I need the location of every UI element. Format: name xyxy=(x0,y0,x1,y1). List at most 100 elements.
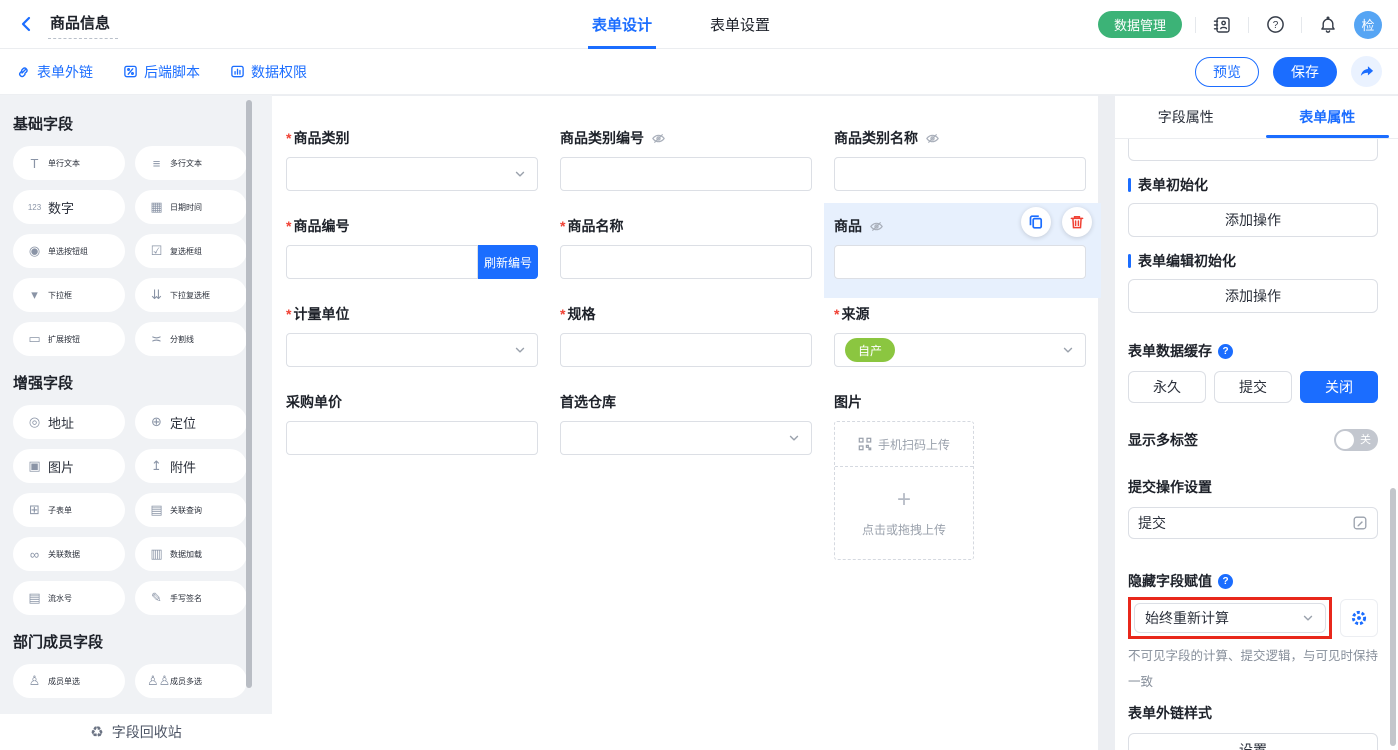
field-product-name[interactable]: 商品名称 xyxy=(560,216,812,279)
main-tabs: 表单设计 表单设置 xyxy=(588,0,774,49)
help-filled-icon[interactable]: ? xyxy=(1218,574,1233,589)
tab-form-properties[interactable]: 表单属性 xyxy=(1257,96,1398,138)
palette-field-item[interactable]: ▣ 图片 xyxy=(13,449,125,483)
cache-option-permanent[interactable]: 永久 xyxy=(1128,371,1206,403)
panel-scrollbar[interactable] xyxy=(1390,488,1396,746)
qr-code-icon xyxy=(858,437,872,451)
tab-form-settings[interactable]: 表单设置 xyxy=(706,0,774,49)
back-button[interactable] xyxy=(18,15,36,33)
palette-field-item[interactable]: ◎ 地址 xyxy=(13,405,125,439)
palette-field-item[interactable]: ✎ 手写签名 xyxy=(135,581,247,615)
palette-field-item[interactable]: ▭ 扩展按钮 xyxy=(13,322,125,356)
backend-script-button[interactable]: 后端脚本 xyxy=(123,62,200,82)
unit-select[interactable] xyxy=(286,333,538,367)
avatar[interactable]: 检 xyxy=(1354,11,1382,39)
preview-button[interactable]: 预览 xyxy=(1195,57,1259,87)
cache-setting-title: 表单数据缓存 ? xyxy=(1128,341,1378,361)
palette-field-item[interactable]: 123 数字 xyxy=(13,190,125,224)
palette-field-item[interactable]: ≡ 多行文本 xyxy=(135,146,247,180)
refresh-code-button[interactable]: 刷新编号 xyxy=(478,245,538,279)
field-recycle-bin[interactable]: ♻ 字段回收站 xyxy=(0,714,272,750)
product-code-input[interactable] xyxy=(286,245,478,279)
field-image[interactable]: 图片 手机扫码上传 + 点击或拖拽上传 xyxy=(834,392,1086,560)
tab-field-properties[interactable]: 字段属性 xyxy=(1115,96,1257,138)
hidden-assign-settings-button[interactable] xyxy=(1340,599,1378,637)
source-select[interactable]: 自产 xyxy=(834,333,1086,367)
hidden-assign-row: 始终重新计算 xyxy=(1128,597,1378,639)
sidebar-scrollbar[interactable] xyxy=(246,100,252,688)
tab-form-design[interactable]: 表单设计 xyxy=(588,0,656,49)
notifications-button[interactable] xyxy=(1315,12,1341,38)
palette-field-item[interactable]: ⇊ 下拉复选框 xyxy=(135,278,247,312)
product-input[interactable] xyxy=(834,245,1086,279)
palette-field-item[interactable]: ▾ 下拉框 xyxy=(13,278,125,312)
help-filled-icon[interactable]: ? xyxy=(1218,344,1233,359)
submit-action-input[interactable]: 提交 xyxy=(1128,507,1378,539)
data-manage-button[interactable]: 数据管理 xyxy=(1098,11,1182,38)
divider xyxy=(1248,17,1249,33)
help-button[interactable]: ? xyxy=(1262,12,1288,38)
field-label: 商品 xyxy=(834,216,862,236)
field-type-label: 数字 xyxy=(48,198,74,217)
field-type-icon: ▣ xyxy=(25,458,44,474)
external-link-button[interactable]: 表单外链 xyxy=(16,62,93,82)
field-preferred-warehouse[interactable]: 首选仓库 xyxy=(560,392,812,560)
spec-input[interactable] xyxy=(560,333,812,367)
multitab-toggle[interactable]: 关 xyxy=(1334,429,1378,451)
product-name-input[interactable] xyxy=(560,245,812,279)
cache-option-submit[interactable]: 提交 xyxy=(1214,371,1292,403)
field-source[interactable]: 来源 自产 xyxy=(834,304,1086,367)
field-product-code[interactable]: 商品编号 刷新编号 xyxy=(286,216,538,279)
palette-field-item[interactable]: ▤ 流水号 xyxy=(13,581,125,615)
field-category-name[interactable]: 商品类别名称 xyxy=(834,128,1086,191)
delete-field-button[interactable] xyxy=(1062,207,1092,237)
palette-field-item[interactable]: ⊕ 定位 xyxy=(135,405,247,439)
field-spec[interactable]: 规格 xyxy=(560,304,812,367)
copy-field-button[interactable] xyxy=(1021,207,1051,237)
field-type-icon: ⇊ xyxy=(147,287,166,303)
data-permission-button[interactable]: 数据权限 xyxy=(230,62,307,82)
field-type-label: 子表单 xyxy=(48,505,72,516)
page-title[interactable]: 商品信息 xyxy=(48,10,118,39)
palette-field-item[interactable]: ▤ 关联查询 xyxy=(135,493,247,527)
save-button[interactable]: 保存 xyxy=(1273,57,1337,87)
palette-field-item[interactable]: ♙ 成员单选 xyxy=(13,664,125,698)
field-product-selected[interactable]: 商品 xyxy=(834,216,1086,279)
warehouse-select[interactable] xyxy=(560,421,812,455)
field-type-icon: ◉ xyxy=(25,243,44,259)
palette-field-item[interactable]: ◉ 单选按钮组 xyxy=(13,234,125,268)
bell-icon xyxy=(1319,16,1337,34)
palette-field-item[interactable]: ▥ 数据加载 xyxy=(135,537,247,571)
palette-field-item[interactable]: ↥ 附件 xyxy=(135,449,247,483)
click-upload-button[interactable]: + 点击或拖拽上传 xyxy=(835,467,973,559)
palette-field-item[interactable]: T 单行文本 xyxy=(13,146,125,180)
edit-icon[interactable] xyxy=(1352,515,1368,531)
field-type-label: 复选框组 xyxy=(170,246,202,257)
palette-field-item[interactable]: ▦ 日期时间 xyxy=(135,190,247,224)
field-purchase-price[interactable]: 采购单价 xyxy=(286,392,538,560)
share-button[interactable] xyxy=(1351,56,1382,87)
field-category-code[interactable]: 商品类别编号 xyxy=(560,128,812,191)
journal-button[interactable] xyxy=(1209,12,1235,38)
field-type-label: 数据加载 xyxy=(170,549,202,560)
palette-field-item[interactable]: ∞ 关联数据 xyxy=(13,537,125,571)
category-name-input[interactable] xyxy=(834,157,1086,191)
add-action-button-2[interactable]: 添加操作 xyxy=(1128,279,1378,313)
field-product-category[interactable]: 商品类别 xyxy=(286,128,538,191)
palette-field-item[interactable]: ≍ 分割线 xyxy=(135,322,247,356)
hidden-assign-select[interactable]: 始终重新计算 xyxy=(1134,603,1326,633)
clipped-button[interactable] xyxy=(1128,139,1378,161)
palette-field-item[interactable]: ⊞ 子表单 xyxy=(13,493,125,527)
palette-field-item[interactable]: ☑ 复选框组 xyxy=(135,234,247,268)
field-unit[interactable]: 计量单位 xyxy=(286,304,538,367)
link-style-settings-button[interactable]: 设置 xyxy=(1128,733,1378,750)
category-code-input[interactable] xyxy=(560,157,812,191)
add-action-button[interactable]: 添加操作 xyxy=(1128,203,1378,237)
field-type-label: 成员单选 xyxy=(48,676,80,687)
field-actions xyxy=(1021,207,1092,237)
purchase-price-input[interactable] xyxy=(286,421,538,455)
scan-upload-button[interactable]: 手机扫码上传 xyxy=(835,422,973,467)
product-category-select[interactable] xyxy=(286,157,538,191)
cache-option-off[interactable]: 关闭 xyxy=(1300,371,1378,403)
palette-field-item[interactable]: ♙♙ 成员多选 xyxy=(135,664,247,698)
